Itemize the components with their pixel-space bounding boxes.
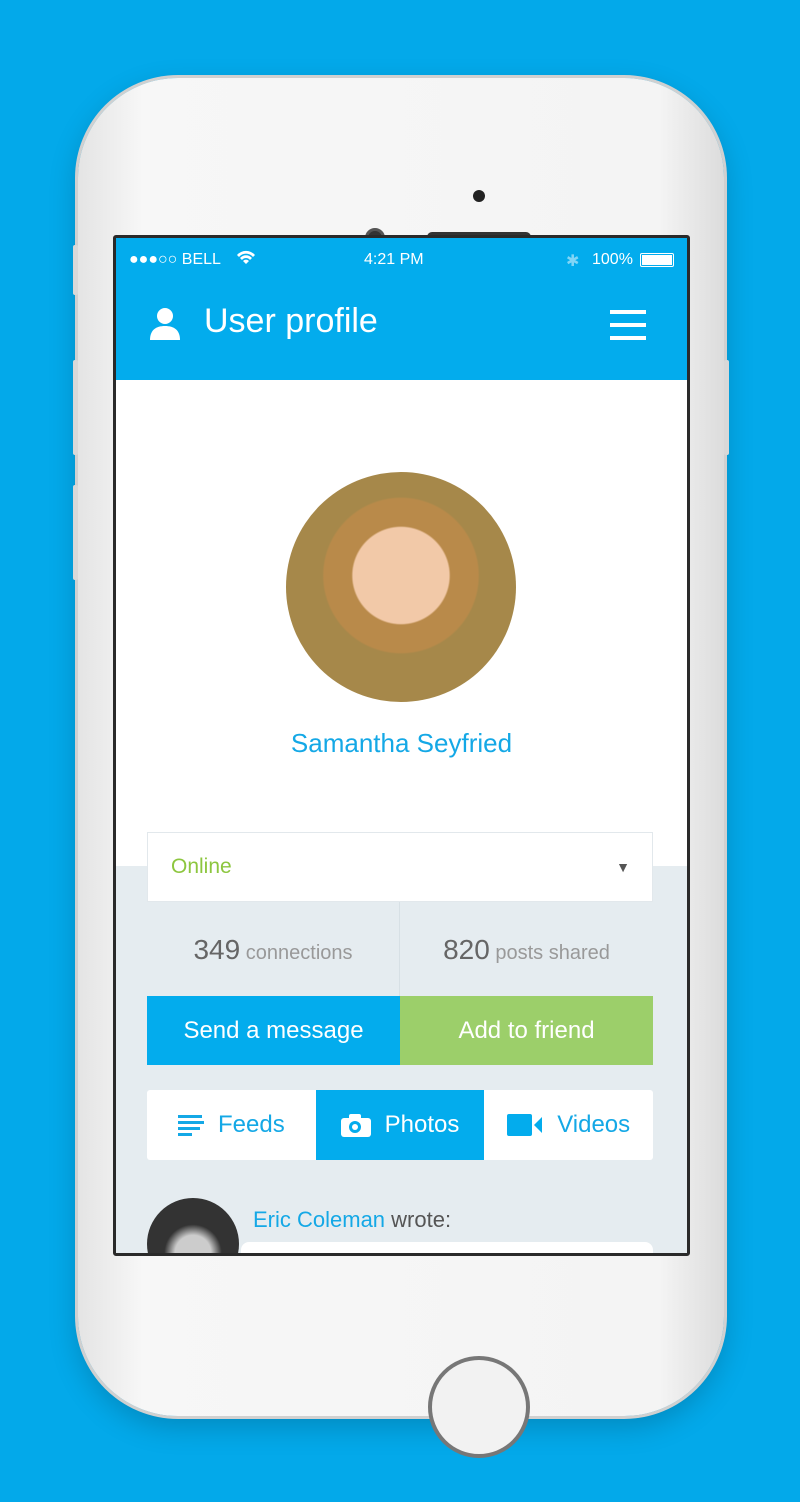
add-friend-button[interactable]: Add to friend — [400, 996, 653, 1065]
battery-percent: 100% — [592, 251, 633, 268]
user-icon — [150, 308, 180, 340]
caret-down-icon: ▼ — [616, 859, 630, 875]
mute-switch — [73, 245, 78, 295]
feed-action: wrote: — [391, 1207, 452, 1232]
battery-icon — [640, 253, 674, 267]
volume-down — [73, 485, 78, 580]
tab-label: Videos — [557, 1111, 631, 1138]
action-buttons: Send a message Add to friend — [147, 996, 653, 1065]
tab-label: Feeds — [217, 1111, 285, 1138]
stats-row: 349 connections 820 posts shared — [147, 902, 653, 996]
send-message-button[interactable]: Send a message — [147, 996, 400, 1065]
carrier: ●●●○○ BELL — [129, 251, 221, 268]
video-camera-icon — [507, 1114, 543, 1136]
camera-icon — [340, 1114, 371, 1137]
wifi-icon — [236, 249, 256, 270]
home-button[interactable] — [428, 1356, 530, 1458]
status-bar: ●●●○○ BELL 4:21 PM ✱ 100% — [116, 238, 687, 282]
hamburger-menu-icon[interactable] — [610, 310, 646, 340]
page-title: User profile — [204, 302, 378, 340]
feed-author[interactable]: Eric Coleman — [253, 1207, 385, 1232]
profile-name[interactable]: Samantha Seyfried — [116, 728, 687, 759]
media-tabs: Feeds Photos Videos — [147, 1090, 653, 1160]
posts-count: 820 — [443, 934, 490, 965]
status-value: Online — [171, 855, 232, 878]
connections-count: 349 — [193, 934, 241, 965]
status-dropdown[interactable]: Online ▼ — [147, 832, 653, 902]
tab-feeds[interactable]: Feeds — [147, 1090, 316, 1160]
tab-photos[interactable]: Photos — [315, 1090, 485, 1160]
profile-card: Samantha Seyfried — [116, 380, 687, 866]
volume-up — [73, 360, 78, 455]
tab-label: Photos — [384, 1111, 460, 1138]
feed-message-bubble — [241, 1242, 653, 1253]
connections-stat[interactable]: 349 connections — [147, 902, 400, 996]
feed-author-avatar[interactable] — [147, 1198, 239, 1253]
power-button — [724, 360, 729, 455]
tab-videos[interactable]: Videos — [484, 1090, 653, 1160]
clock: 4:21 PM — [364, 251, 424, 268]
feeds-icon — [177, 1115, 204, 1136]
posts-stat[interactable]: 820 posts shared — [400, 902, 653, 996]
sensor — [473, 190, 485, 202]
bluetooth-icon: ✱ — [566, 253, 580, 270]
profile-avatar — [286, 472, 516, 702]
connections-label: connections — [245, 942, 353, 964]
app-header: User profile — [116, 282, 687, 380]
posts-label: posts shared — [495, 942, 610, 964]
screen: ●●●○○ BELL 4:21 PM ✱ 100% User profile S… — [113, 235, 690, 1256]
